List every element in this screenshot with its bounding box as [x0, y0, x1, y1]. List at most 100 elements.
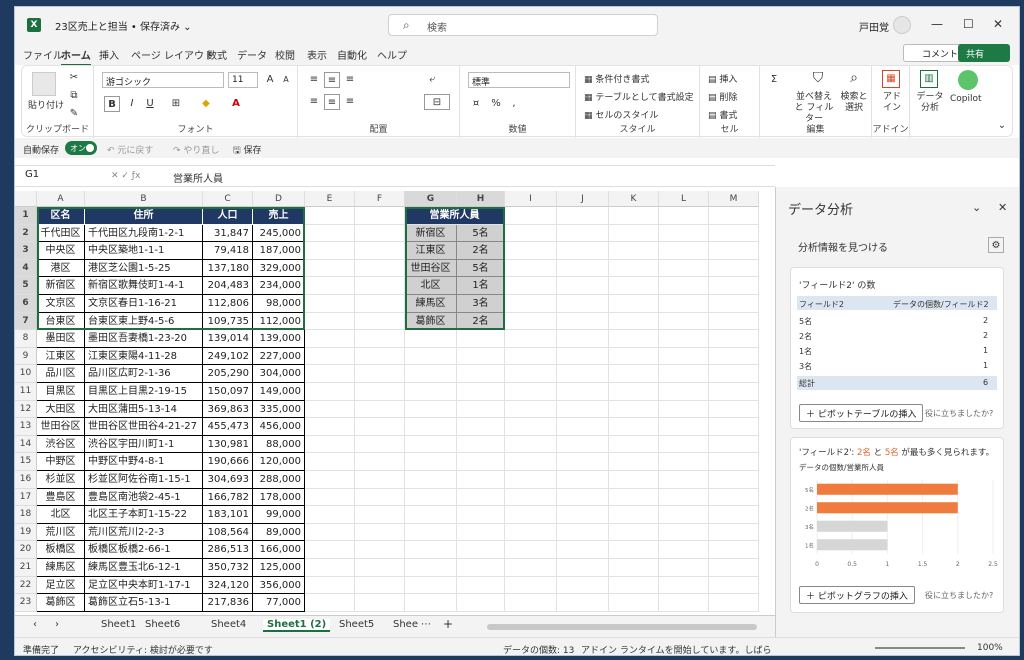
grid-cell[interactable] [557, 295, 609, 313]
copilot-button[interactable]: Copilot [950, 94, 982, 104]
table-cell[interactable]: 港区 [37, 259, 85, 278]
grid-cell[interactable] [505, 488, 557, 507]
grid-cell[interactable] [405, 383, 457, 401]
grid-cell[interactable] [557, 242, 609, 260]
row-header[interactable]: 3 [15, 242, 37, 260]
grid-cell[interactable] [305, 312, 355, 331]
table-cell[interactable]: 中央区築地1-1-1 [85, 242, 203, 260]
table-cell[interactable]: 荒川区荒川2-2-3 [85, 523, 203, 542]
row-header[interactable]: 21 [15, 559, 37, 577]
accessibility-status[interactable]: アクセシビリティ: 検討が必要です [73, 643, 213, 655]
table-cell[interactable]: 豊島区 [37, 488, 85, 507]
find-select-button[interactable]: 検索と 選択 [838, 92, 870, 114]
italic-icon[interactable]: I [124, 96, 140, 112]
grid-cell[interactable] [659, 312, 709, 331]
grid-cell[interactable] [709, 347, 759, 366]
table-cell[interactable]: 台東区東上野4-5-6 [85, 312, 203, 331]
document-title[interactable]: 23区売上と担当 • 保存済み ⌄ [55, 18, 192, 33]
grid-cell[interactable] [609, 242, 659, 260]
table-cell[interactable]: 新宿区 [37, 277, 85, 295]
table-cell[interactable]: 目黒区 [37, 383, 85, 401]
insert-pivot-table-button[interactable]: ＋ ピボットテーブルの挿入 [799, 404, 924, 422]
grid-cell[interactable] [557, 594, 609, 612]
insert-cells-button[interactable]: ▤ 挿入 [708, 72, 737, 85]
table-cell[interactable]: 渋谷区 [37, 435, 85, 454]
grid-cell[interactable] [355, 488, 405, 507]
table-cell[interactable]: 中央区 [37, 242, 85, 260]
tab-5[interactable]: データ [237, 47, 267, 62]
table-cell[interactable]: 世田谷区 [37, 418, 85, 436]
table-header-cell[interactable]: 人口 [203, 207, 253, 225]
grid-cell[interactable] [709, 488, 759, 507]
row-header[interactable]: 10 [15, 365, 37, 383]
grid-cell[interactable] [457, 471, 505, 489]
table-cell[interactable]: 304,693 [203, 471, 253, 489]
grid-cell[interactable] [405, 418, 457, 436]
row-header[interactable]: 22 [15, 576, 37, 595]
grid-cell[interactable] [609, 523, 659, 542]
grid-cell[interactable] [305, 224, 355, 243]
fill-color-icon[interactable]: ◆ [198, 96, 214, 112]
grid-cell[interactable] [405, 365, 457, 383]
grid-cell[interactable] [355, 277, 405, 295]
cut-icon[interactable]: ✂ [66, 70, 82, 86]
table-cell[interactable]: 187,000 [253, 242, 305, 260]
grid-cell[interactable] [305, 383, 355, 401]
grid-cell[interactable] [609, 488, 659, 507]
undo-button[interactable]: ↶ 元に戻す [107, 143, 153, 156]
grid-cell[interactable] [557, 277, 609, 295]
table-cell[interactable]: 166,000 [253, 541, 305, 559]
decrease-font-icon[interactable]: A [278, 72, 294, 88]
table-cell[interactable]: 227,000 [253, 347, 305, 366]
table-cell[interactable]: 板橋区 [37, 541, 85, 559]
grid-cell[interactable] [609, 383, 659, 401]
grid-cell[interactable] [709, 418, 759, 436]
table-cell[interactable]: 217,836 [203, 594, 253, 612]
side-table-cell[interactable]: 2名 [457, 242, 505, 260]
underline-icon[interactable]: U [142, 96, 158, 112]
grid-cell[interactable] [457, 330, 505, 348]
name-box[interactable]: G1 [21, 169, 91, 185]
grid-cell[interactable] [709, 506, 759, 524]
table-cell[interactable]: 板橋区板橋2-66-1 [85, 541, 203, 559]
grid-cell[interactable] [457, 365, 505, 383]
table-cell[interactable]: 88,000 [253, 435, 305, 454]
row-header[interactable]: 1 [15, 207, 37, 225]
table-cell[interactable]: 245,000 [253, 224, 305, 243]
grid-cell[interactable] [557, 259, 609, 278]
grid-cell[interactable] [659, 242, 709, 260]
grid-cell[interactable] [457, 488, 505, 507]
column-header-M[interactable]: M [709, 191, 759, 207]
tab-8[interactable]: 自動化 [337, 47, 367, 62]
grid-cell[interactable] [405, 594, 457, 612]
grid-cell[interactable] [659, 400, 709, 419]
side-table-cell[interactable]: 2名 [457, 312, 505, 331]
paste-icon[interactable] [32, 72, 56, 96]
column-header-C[interactable]: C [203, 191, 253, 207]
horizontal-scrollbar[interactable] [487, 624, 757, 630]
grid-cell[interactable] [305, 418, 355, 436]
grid-cell[interactable] [709, 435, 759, 454]
tab-2[interactable]: 挿入 [99, 47, 119, 62]
grid-cell[interactable] [659, 594, 709, 612]
tab-9[interactable]: ヘルプ [377, 47, 407, 62]
grid-cell[interactable] [557, 541, 609, 559]
pane-close-icon[interactable]: ✕ [998, 201, 1007, 214]
maximize-icon[interactable]: ☐ [963, 17, 974, 31]
grid-cell[interactable] [557, 488, 609, 507]
grid-cell[interactable] [355, 365, 405, 383]
addin-button[interactable]: アド イン [878, 92, 906, 114]
table-cell[interactable]: 新宿区歌舞伎町1-4-1 [85, 277, 203, 295]
grid-cell[interactable] [505, 330, 557, 348]
table-cell[interactable]: 204,483 [203, 277, 253, 295]
sort-filter-icon[interactable]: ⛉ [810, 70, 826, 86]
grid-cell[interactable] [659, 435, 709, 454]
row-header[interactable]: 14 [15, 435, 37, 454]
table-cell[interactable]: 中野区中野4-8-1 [85, 453, 203, 471]
grid-cell[interactable] [405, 576, 457, 595]
grid-cell[interactable] [609, 471, 659, 489]
table-cell[interactable]: 墨田区吾妻橋1-23-20 [85, 330, 203, 348]
table-cell[interactable]: 89,000 [253, 523, 305, 542]
grid-cell[interactable] [505, 259, 557, 278]
grid-cell[interactable] [355, 541, 405, 559]
